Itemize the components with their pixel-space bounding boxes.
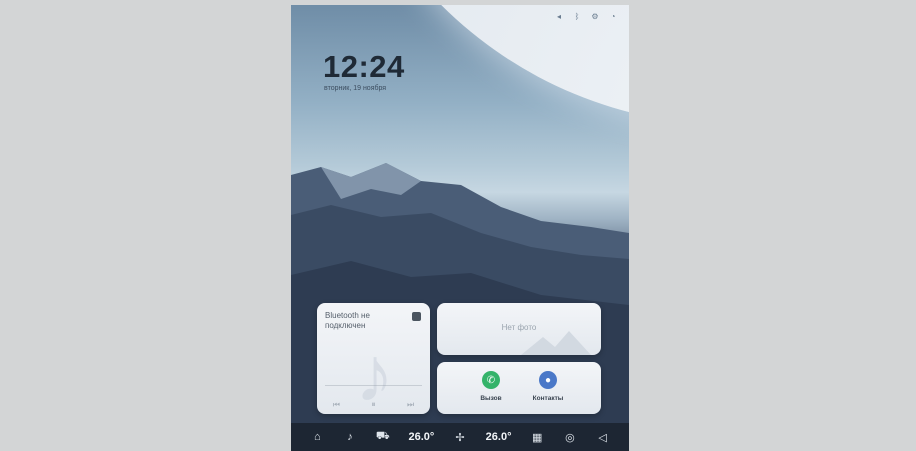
- clock-date: вторник, 19 ноября: [324, 85, 387, 92]
- signal-icon: ◂: [556, 12, 561, 21]
- next-icon[interactable]: ⏭: [407, 400, 414, 410]
- phone-icon: ✆: [482, 371, 500, 389]
- person-icon: ●: [539, 371, 557, 389]
- apps-grid-icon[interactable]: ▦: [530, 431, 544, 444]
- car-screen: ◂ ᛒ ⚙ ◔ 12:24 вторник, 19 ноября Bluetoo…: [291, 5, 629, 451]
- temp-right[interactable]: 26.0°: [486, 431, 512, 443]
- car-icon[interactable]: ⛟: [376, 430, 390, 444]
- user-icon[interactable]: ◔: [609, 13, 617, 21]
- bottom-dock: ⌂ ♪ ⛟ 26.0° ✢ 26.0° ▦ ◎ ◁: [291, 423, 629, 451]
- contacts-button[interactable]: ● Контакты: [520, 371, 576, 402]
- music-divider: [325, 385, 422, 386]
- settings-icon[interactable]: ⚙: [591, 13, 599, 21]
- music-icon[interactable]: ♪: [343, 431, 357, 443]
- music-widget[interactable]: Bluetooth не подключен ♪ ⏮ ⏸ ⏭: [317, 303, 430, 414]
- photo-widget[interactable]: Нет фото: [437, 303, 601, 355]
- call-label: Вызов: [480, 395, 502, 402]
- photo-placeholder-icon: [521, 331, 591, 355]
- climate-icon[interactable]: ◎: [563, 431, 577, 444]
- contacts-widget: ✆ Вызов ● Контакты: [437, 362, 601, 414]
- prev-icon[interactable]: ⏮: [333, 400, 340, 410]
- music-status-text: Bluetooth не подключен: [325, 311, 370, 330]
- status-bar: ◂ ᛒ ⚙ ◔: [555, 13, 617, 21]
- volume-icon[interactable]: ◁: [596, 431, 610, 444]
- clock-time: 12:24: [323, 49, 405, 84]
- bluetooth-icon: ᛒ: [574, 12, 580, 21]
- fan-icon[interactable]: ✢: [453, 431, 467, 444]
- temp-left[interactable]: 26.0°: [408, 431, 434, 443]
- contacts-label: Контакты: [532, 395, 564, 402]
- music-controls: ⏮ ⏸ ⏭: [317, 400, 430, 410]
- source-icon[interactable]: [412, 312, 421, 321]
- home-icon[interactable]: ⌂: [310, 431, 324, 443]
- pause-icon[interactable]: ⏸: [372, 400, 376, 410]
- call-button[interactable]: ✆ Вызов: [463, 371, 519, 402]
